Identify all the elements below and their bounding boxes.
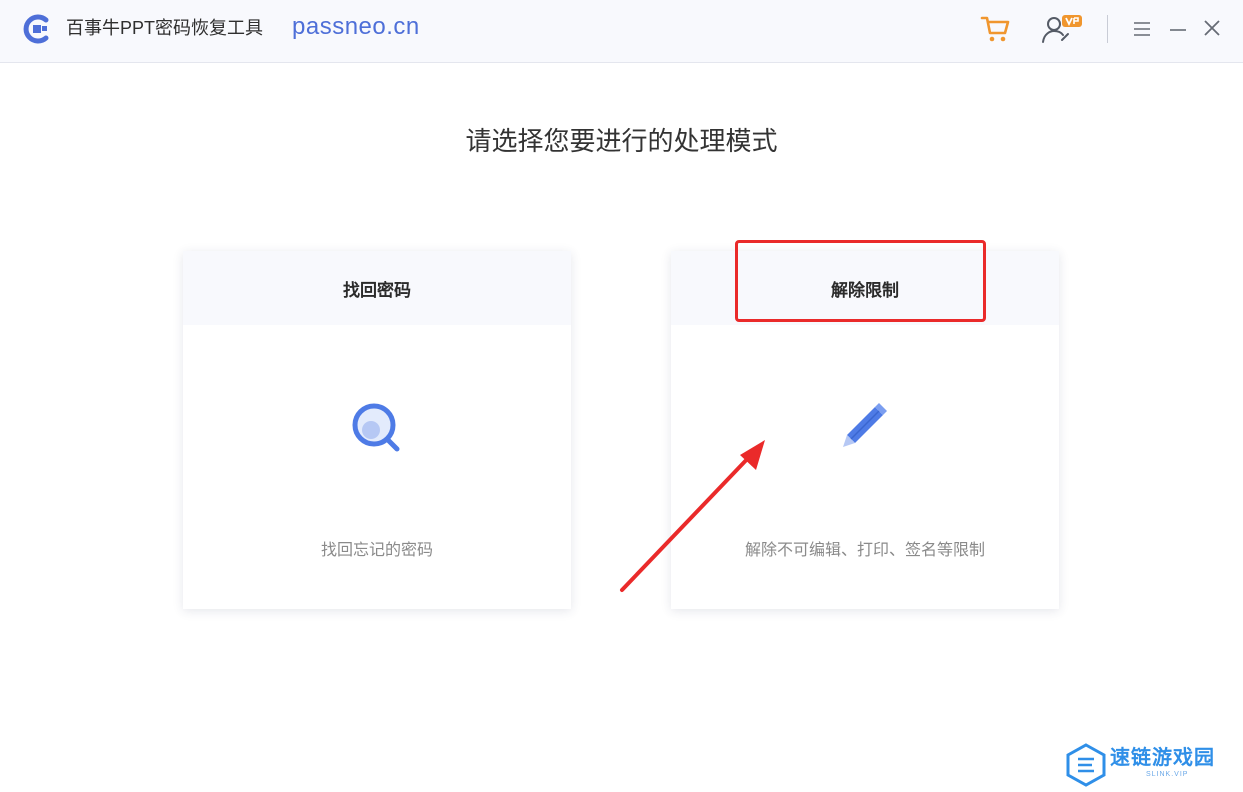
card-title: 找回密码	[343, 280, 411, 300]
watermark-logo-icon	[1066, 743, 1106, 787]
title-bar: 百事牛PPT密码恢复工具 passneo.cn	[0, 0, 1243, 63]
app-logo-icon	[23, 14, 49, 44]
website-url[interactable]: passneo.cn	[292, 12, 420, 42]
watermark-text: 速链游戏园	[1110, 747, 1215, 769]
titlebar-divider	[1107, 15, 1108, 43]
red-arrow-annotation	[620, 440, 765, 592]
page-heading: 请选择您要进行的处理模式	[465, 126, 778, 156]
card-description: 找回忘记的密码	[320, 542, 433, 559]
highlight-box	[735, 240, 986, 322]
search-icon	[352, 403, 400, 452]
watermark-subtext: SLINK.VIP	[1146, 771, 1189, 778]
recover-password-card[interactable]: 找回密码 找回忘记的密码	[183, 251, 571, 609]
cart-icon[interactable]	[980, 13, 1010, 43]
menu-icon[interactable]	[1132, 19, 1152, 39]
watermark: 速链游戏园 SLINK.VIP	[1062, 740, 1232, 790]
user-vip-icon[interactable]	[1040, 12, 1084, 44]
close-icon[interactable]	[1202, 18, 1222, 38]
pencil-icon	[843, 403, 887, 447]
app-title: 百事牛PPT密码恢复工具	[66, 18, 264, 38]
minimize-icon[interactable]	[1168, 19, 1188, 39]
card-header: 找回密码	[183, 251, 571, 325]
